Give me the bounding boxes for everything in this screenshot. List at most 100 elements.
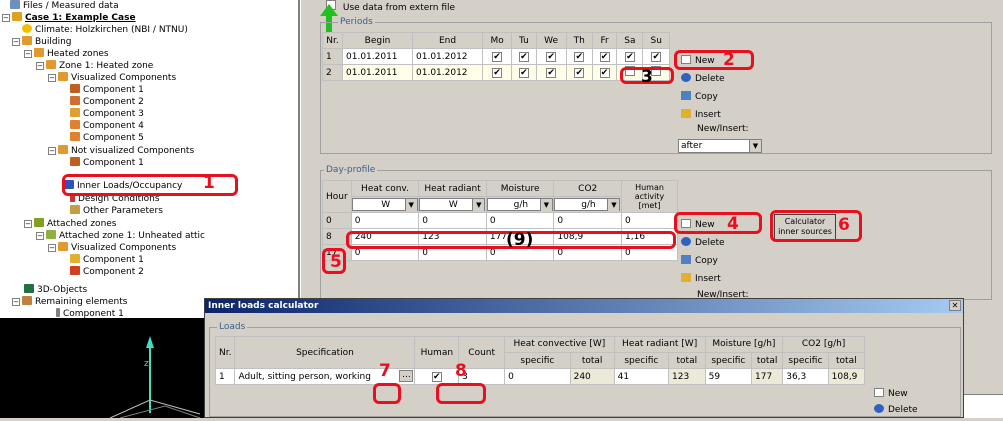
table-row[interactable]: 0 0 0 0 0 0 [322, 212, 678, 229]
collapse-icon[interactable]: − [2, 14, 10, 22]
collapse-icon[interactable]: − [12, 298, 20, 306]
end-cell[interactable]: 01.01.2012 [412, 48, 483, 65]
tree-item-component[interactable]: Component 5 [70, 132, 144, 144]
periods-delete-button[interactable]: Delete [678, 72, 725, 87]
day-checkbox[interactable]: ✔ [492, 51, 503, 62]
begin-cell[interactable]: 01.01.2011 [342, 64, 413, 81]
ellipsis-button[interactable]: ... [399, 370, 414, 382]
value-cell[interactable]: 0 [485, 212, 555, 229]
collapse-icon[interactable]: − [24, 220, 32, 228]
su-cell[interactable]: ✔ [642, 48, 670, 65]
collapse-icon[interactable]: − [48, 74, 56, 82]
tree-item-component[interactable]: Component 4 [70, 120, 144, 132]
collapse-icon[interactable]: − [36, 62, 44, 70]
table-row[interactable]: 1 Adult, sitting person, working... ✔ 3 … [214, 368, 866, 385]
unit-cell[interactable]: g/h ▼ [553, 196, 622, 213]
unit-cell[interactable]: g/h ▼ [485, 196, 555, 213]
day-checkbox[interactable]: ✔ [624, 51, 635, 62]
fr-cell[interactable]: ✔ [591, 64, 618, 81]
fr-cell[interactable]: ✔ [591, 48, 618, 65]
profile-insert-button[interactable]: Insert [678, 272, 721, 287]
tree-item-remaining[interactable]: − Remaining elements [12, 296, 127, 308]
unit-select[interactable]: g/h ▼ [554, 198, 621, 211]
unit-select[interactable]: g/h ▼ [486, 198, 553, 211]
value-cell[interactable]: 41 [613, 368, 670, 385]
periods-table[interactable]: Nr. Begin End Mo Tu We Th Fr Sa Su 1 01.… [322, 32, 670, 81]
day-checkbox[interactable]: ✔ [546, 67, 557, 78]
day-checkbox[interactable]: ✔ [518, 67, 529, 78]
value-cell[interactable]: 0 [350, 212, 420, 229]
day-checkbox[interactable]: ✔ [651, 51, 662, 62]
tree-item-component[interactable]: Component 3 [70, 108, 144, 120]
tree-item-component[interactable]: Component 1 [70, 254, 144, 266]
tree-item-component[interactable]: Component 2 [70, 96, 144, 108]
we-cell[interactable]: ✔ [535, 64, 567, 81]
we-cell[interactable]: ✔ [535, 48, 567, 65]
day-checkbox[interactable]: ✔ [574, 67, 585, 78]
day-checkbox[interactable]: ✔ [492, 67, 503, 78]
splitter[interactable] [300, 0, 316, 300]
value-cell[interactable]: 36,3 [782, 368, 829, 385]
value-cell[interactable]: 0 [504, 368, 571, 385]
profile-copy-button[interactable]: Copy [678, 254, 718, 269]
loads-new-button[interactable]: New [871, 387, 908, 402]
tree-item-case[interactable]: − Case 1: Example Case [2, 12, 136, 24]
day-checkbox[interactable]: ✔ [574, 51, 585, 62]
table-row[interactable]: 1 01.01.2011 01.01.2012 ✔ ✔ ✔ ✔ ✔ ✔ ✔ [322, 48, 670, 65]
profile-delete-button[interactable]: Delete [678, 236, 725, 251]
loads-table[interactable]: Nr. Specification Human Count Heat conve… [214, 336, 866, 385]
periods-insert-button[interactable]: Insert [678, 108, 721, 123]
hour-cell[interactable]: 0 [322, 212, 352, 229]
unit-cell[interactable]: W ▼ [418, 196, 487, 213]
loads-delete-button[interactable]: Delete [871, 403, 918, 418]
value-cell[interactable]: 59 [704, 368, 753, 385]
periods-new-insert-select[interactable]: after ▼ [678, 139, 762, 153]
value-cell[interactable]: 0 [418, 212, 487, 229]
tree-item-3d-objects[interactable]: 3D-Objects [24, 284, 87, 296]
tree-item-component[interactable]: Component 1 [70, 84, 144, 96]
tree-item-visualized[interactable]: − Visualized Components [48, 72, 176, 84]
human-checkbox[interactable]: ✔ [431, 371, 442, 382]
tree-item-zone1[interactable]: − Zone 1: Heated zone [36, 60, 153, 72]
unit-cell[interactable]: W ▼ [350, 196, 420, 213]
day-checkbox[interactable]: ✔ [518, 51, 529, 62]
unit-select[interactable]: W ▼ [419, 198, 486, 211]
tu-cell[interactable]: ✔ [511, 48, 537, 65]
tree-item-heated-zones[interactable]: − Heated zones [24, 48, 109, 60]
collapse-icon[interactable]: − [12, 38, 20, 46]
tree-item-attic[interactable]: − Attached zone 1: Unheated attic [36, 230, 205, 242]
unit-select[interactable]: W ▼ [351, 198, 418, 211]
th-cell[interactable]: ✔ [565, 64, 593, 81]
extern-file-row[interactable]: Use data from extern file [326, 0, 455, 13]
tree-item-component[interactable]: Component 2 [70, 266, 144, 278]
collapse-icon[interactable]: − [48, 147, 56, 155]
tree-item-component[interactable]: Component 1 [56, 308, 124, 318]
end-cell[interactable]: 01.01.2012 [412, 64, 483, 81]
tu-cell[interactable]: ✔ [511, 64, 537, 81]
day-checkbox[interactable]: ✔ [599, 67, 610, 78]
mo-cell[interactable]: ✔ [481, 64, 513, 81]
tree-item-visualized[interactable]: − Visualized Components [48, 242, 176, 254]
close-icon[interactable]: ✕ [949, 300, 961, 311]
tree-item-component[interactable]: Component 1 [70, 157, 144, 169]
tree-item-building[interactable]: − Building [12, 36, 72, 48]
tree-item-climate[interactable]: Climate: Holzkirchen (NBI / NTNU) [22, 24, 188, 36]
tree-item-files[interactable]: Files / Measured data [10, 0, 119, 12]
3d-viewport[interactable]: z [0, 318, 204, 419]
tree-item-not-visualized[interactable]: − Not visualized Components [48, 145, 194, 157]
periods-copy-button[interactable]: Copy [678, 90, 718, 105]
collapse-icon[interactable]: − [24, 50, 32, 58]
project-tree[interactable]: Files / Measured data − Case 1: Example C… [0, 0, 300, 318]
mo-cell[interactable]: ✔ [481, 48, 513, 65]
collapse-icon[interactable]: − [48, 244, 56, 252]
tree-item-attached-zones[interactable]: − Attached zones [24, 218, 117, 230]
th-cell[interactable]: ✔ [565, 48, 593, 65]
value-cell[interactable]: 0 [621, 212, 678, 229]
table-row[interactable]: 2 01.01.2011 01.01.2012 ✔ ✔ ✔ ✔ ✔ [322, 64, 670, 81]
tree-item-other-parameters[interactable]: Other Parameters [70, 205, 163, 217]
day-checkbox[interactable]: ✔ [599, 51, 610, 62]
day-checkbox[interactable]: ✔ [546, 51, 557, 62]
collapse-icon[interactable]: − [36, 232, 44, 240]
value-cell[interactable]: 0 [553, 212, 622, 229]
sa-cell[interactable]: ✔ [616, 48, 644, 65]
